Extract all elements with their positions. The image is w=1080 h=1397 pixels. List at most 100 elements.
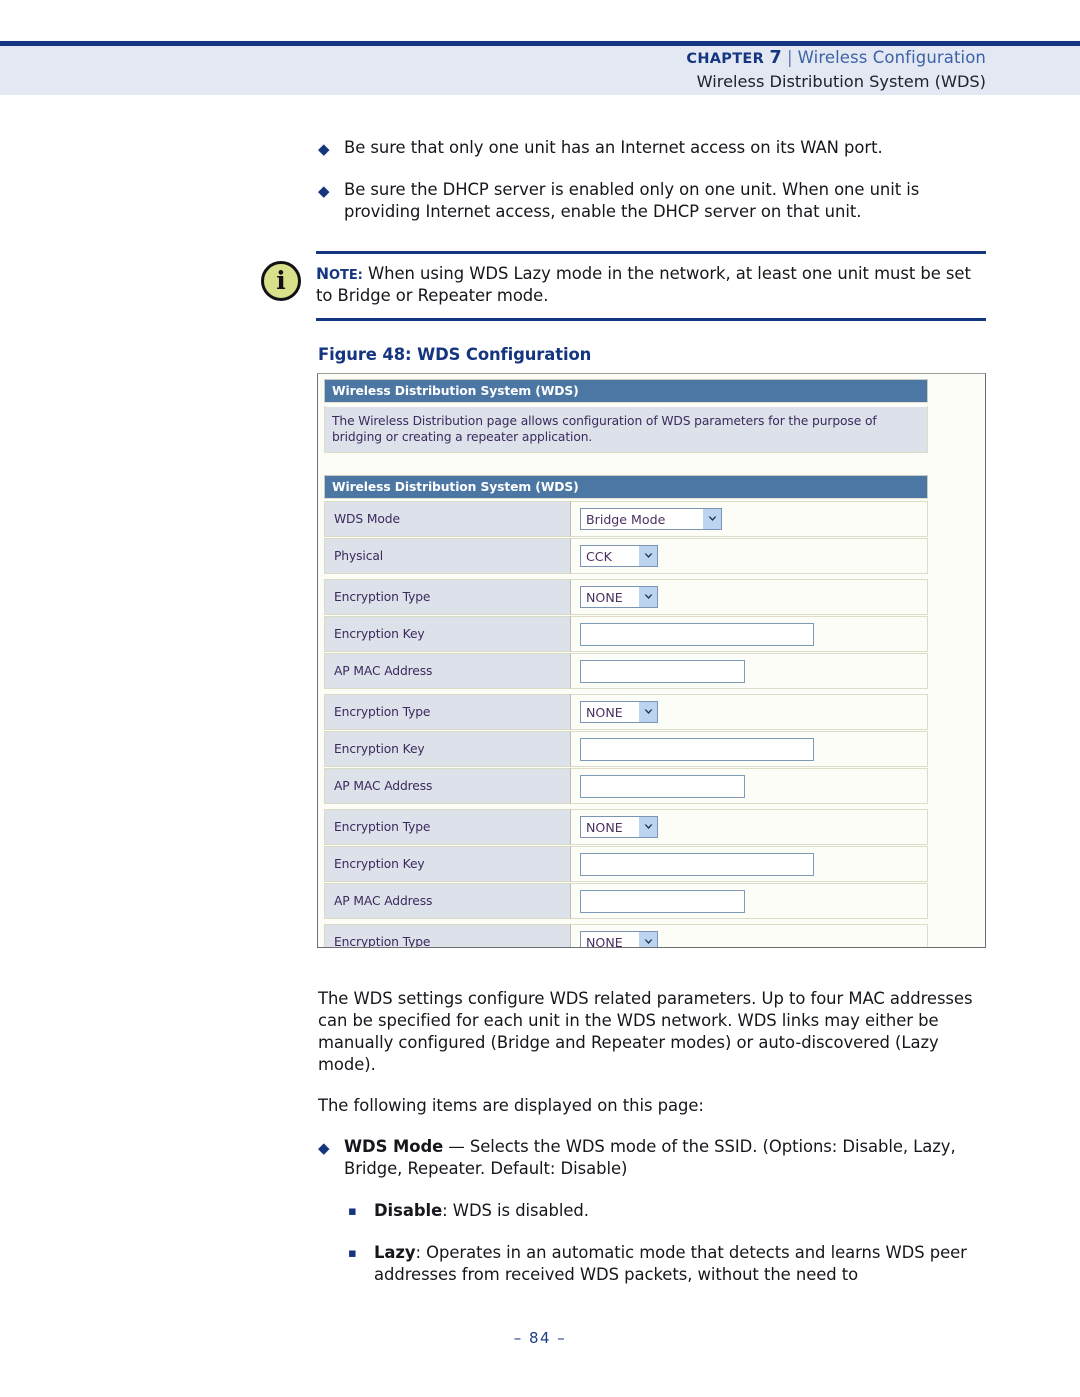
square-bullet-icon: ▪: [348, 1204, 357, 1219]
setting-label: AP MAC Address: [324, 768, 571, 805]
setting-field: [571, 768, 928, 805]
bullet-text: Lazy: Operates in an automatic mode that…: [374, 1242, 988, 1286]
body-paragraph-1: The WDS settings configure WDS related p…: [318, 989, 973, 1075]
setting-field: [571, 653, 928, 690]
note-label: NOTE:: [316, 265, 363, 283]
setting-field: CCK: [571, 538, 928, 575]
note-text: NOTE: When using WDS Lazy mode in the ne…: [316, 263, 988, 307]
chevron-down-icon[interactable]: [638, 932, 657, 947]
term-wds-mode: WDS Mode: [344, 1137, 444, 1156]
note-body: When using WDS Lazy mode in the network,…: [316, 264, 971, 305]
select-encryption-type[interactable]: NONE: [580, 701, 658, 724]
setting-label: Encryption Type: [324, 809, 571, 846]
input-encryption-key[interactable]: [580, 737, 814, 761]
select-wds-mode[interactable]: Bridge Mode: [580, 508, 722, 531]
setting-label: WDS Mode: [324, 501, 571, 538]
setting-field: NONE: [571, 694, 928, 731]
select-value: NONE: [586, 704, 623, 720]
setting-field: [571, 731, 928, 768]
term-disable-desc: : WDS is disabled.: [442, 1201, 589, 1220]
chevron-down-icon[interactable]: [638, 817, 657, 838]
select-value: CCK: [586, 548, 612, 564]
setting-label: Encryption Key: [324, 731, 571, 768]
settings-row: AP MAC Address: [324, 768, 928, 805]
setting-label: Encryption Type: [324, 694, 571, 731]
input-encryption-key[interactable]: [580, 622, 814, 646]
setting-field: NONE: [571, 809, 928, 846]
bullet-item-disable: ▪ Disable: WDS is disabled.: [348, 1200, 988, 1222]
chevron-down-icon[interactable]: [638, 587, 657, 608]
setting-label: Encryption Key: [324, 846, 571, 883]
note-bottom-rule: [316, 318, 986, 321]
select-value: NONE: [586, 934, 623, 948]
setting-label: Encryption Type: [324, 579, 571, 616]
panel-spacer: [324, 453, 928, 475]
bullet-item: ◆ Be sure that only one unit has an Inte…: [318, 137, 998, 159]
setting-field: Bridge Mode: [571, 501, 928, 538]
select-value: NONE: [586, 819, 623, 835]
setting-field: NONE: [571, 579, 928, 616]
bullet-item: ◆ Be sure the DHCP server is enabled onl…: [318, 179, 990, 223]
setting-field: [571, 846, 928, 883]
select-encryption-type[interactable]: NONE: [580, 816, 658, 839]
diamond-bullet-icon: ◆: [318, 1139, 330, 1157]
select-encryption-type[interactable]: NONE: [580, 586, 658, 609]
figure-caption: Figure 48: WDS Configuration: [318, 345, 592, 364]
chevron-down-icon[interactable]: [638, 702, 657, 723]
term-lazy: Lazy: [374, 1243, 416, 1262]
input-ap-mac-address[interactable]: [580, 774, 745, 798]
wds-page: Wireless Distribution System (WDS) The W…: [324, 379, 928, 948]
header-subsection-title: Wireless Distribution System (WDS): [696, 72, 986, 91]
input-encryption-key[interactable]: [580, 852, 814, 876]
settings-row: WDS Mode Bridge Mode: [324, 501, 928, 538]
setting-field: NONE: [571, 924, 928, 948]
bullet-item-wds-mode: ◆ WDS Mode — Selects the WDS mode of the…: [318, 1136, 990, 1180]
panel-title-bar: Wireless Distribution System (WDS): [324, 379, 928, 403]
square-bullet-icon: ▪: [348, 1246, 357, 1261]
figure-screenshot: Wireless Distribution System (WDS) The W…: [317, 373, 986, 948]
settings-row: Encryption Type NONE: [324, 924, 928, 948]
settings-row: Encryption Key: [324, 616, 928, 653]
page-number: – 84 –: [513, 1329, 567, 1347]
input-ap-mac-address[interactable]: [580, 889, 745, 913]
setting-label: AP MAC Address: [324, 653, 571, 690]
setting-label: Physical: [324, 538, 571, 575]
setting-label: AP MAC Address: [324, 883, 571, 920]
chevron-down-icon[interactable]: [638, 546, 657, 567]
select-physical[interactable]: CCK: [580, 545, 658, 568]
bullet-text: Be sure that only one unit has an Intern…: [344, 138, 883, 157]
chevron-down-icon[interactable]: [702, 509, 721, 530]
select-encryption-type[interactable]: NONE: [580, 931, 658, 948]
settings-row: Encryption Key: [324, 846, 928, 883]
page-header: CHAPTER 7 | Wireless Configuration Wireles…: [0, 48, 1080, 91]
wds-settings-table: WDS Mode Bridge Mode Physical CCK Encryption…: [324, 501, 928, 948]
settings-row: Physical CCK: [324, 538, 928, 575]
header-separator: |: [786, 48, 793, 67]
panel-description: The Wireless Distribution page allows co…: [324, 405, 928, 454]
bullet-text: Disable: WDS is disabled.: [374, 1200, 589, 1222]
settings-row: AP MAC Address: [324, 653, 928, 690]
input-ap-mac-address[interactable]: [580, 659, 745, 683]
setting-label: Encryption Key: [324, 616, 571, 653]
setting-field: [571, 616, 928, 653]
chapter-label: CHAPTER 7: [686, 48, 782, 68]
settings-row: Encryption Key: [324, 731, 928, 768]
term-disable: Disable: [374, 1201, 443, 1220]
select-value: NONE: [586, 589, 623, 605]
chapter-number: 7: [769, 48, 782, 68]
diamond-bullet-icon: ◆: [318, 182, 330, 200]
bullet-text: WDS Mode — Selects the WDS mode of the S…: [344, 1136, 990, 1180]
header-chapter-line: CHAPTER 7 | Wireless Configuration: [0, 48, 986, 68]
settings-row: Encryption Type NONE: [324, 809, 928, 846]
setting-field: [571, 883, 928, 920]
settings-row: AP MAC Address: [324, 883, 928, 920]
settings-row: Encryption Type NONE: [324, 694, 928, 731]
bullet-item-lazy: ▪ Lazy: Operates in an automatic mode th…: [348, 1242, 988, 1286]
term-lazy-desc: : Operates in an automatic mode that det…: [374, 1243, 967, 1284]
settings-row: Encryption Type NONE: [324, 579, 928, 616]
info-icon: i: [261, 261, 301, 301]
header-section-title: Wireless Configuration: [797, 48, 986, 67]
setting-label: Encryption Type: [324, 924, 571, 947]
note-top-rule: [316, 251, 986, 254]
diamond-bullet-icon: ◆: [318, 140, 330, 158]
